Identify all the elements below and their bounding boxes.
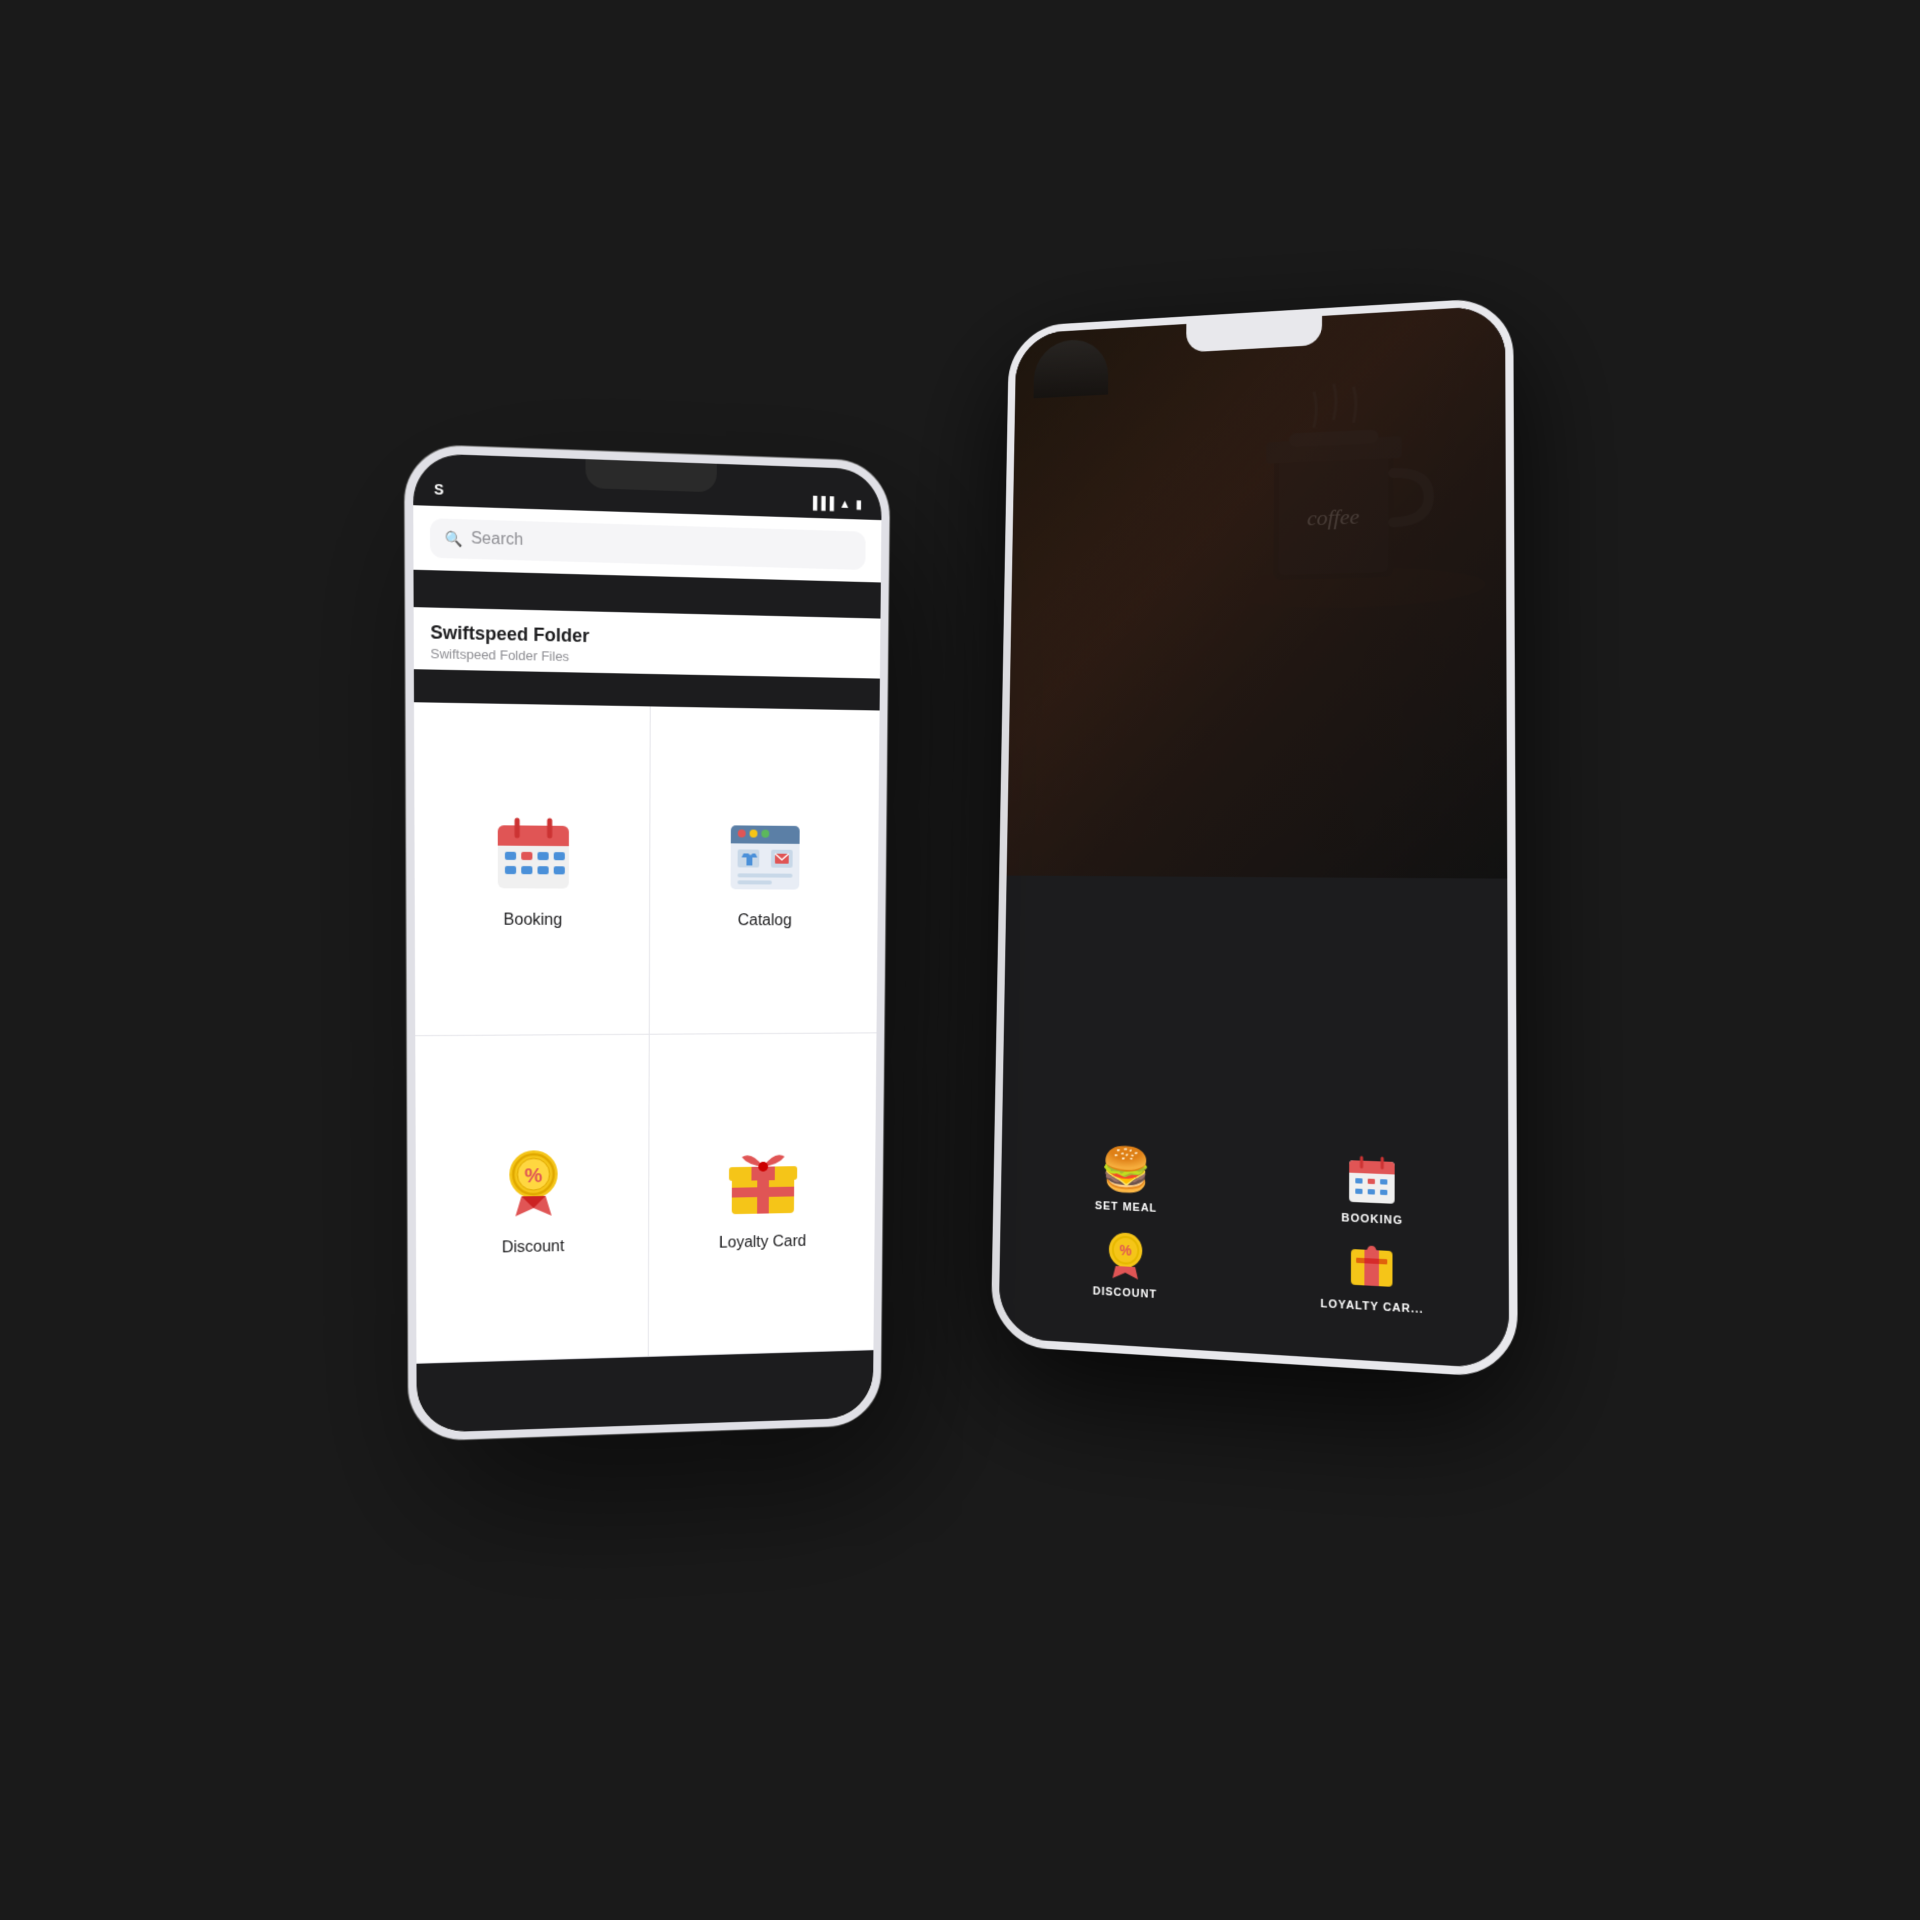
back-cell-loyalty[interactable]: LOYALTY CAR... — [1254, 1236, 1493, 1320]
svg-text:%: % — [524, 1165, 542, 1187]
loyalty-label: Loyalty Card — [719, 1233, 806, 1252]
back-cell-booking[interactable]: BOOKING — [1255, 1150, 1493, 1231]
front-screen: S ▐▐▐ ▲ ▮ 🔍 Search Swiftspeed Folder Swi… — [413, 453, 882, 1433]
booking-back-label: BOOKING — [1341, 1212, 1403, 1227]
loyalty-back-label: LOYALTY CAR... — [1320, 1298, 1423, 1316]
status-icons: ▐▐▐ ▲ ▮ — [809, 496, 862, 512]
setmeal-icon: 🍔 — [1101, 1144, 1153, 1196]
setmeal-label: SET MEAL — [1095, 1200, 1157, 1215]
svg-text:%: % — [1119, 1242, 1131, 1258]
phone-back: coffee 🍔 SET MEAL — [991, 297, 1518, 1379]
app-cell-booking[interactable]: Booking — [414, 702, 651, 1036]
scene: coffee 🍔 SET MEAL — [410, 260, 1510, 1660]
search-placeholder: Search — [471, 530, 523, 550]
back-screen: coffee 🍔 SET MEAL — [998, 305, 1509, 1369]
search-bar[interactable]: 🔍 Search — [430, 518, 866, 570]
loyalty-icon-back — [1346, 1240, 1398, 1295]
catalog-label: Catalog — [738, 912, 792, 930]
loyalty-icon-container — [719, 1136, 807, 1225]
catalog-icon-container — [721, 812, 810, 902]
discount-label: Discount — [502, 1238, 565, 1257]
back-cell-discount[interactable]: % DISCOUNT — [1014, 1224, 1240, 1305]
discount-icon: % — [493, 1144, 574, 1225]
signal-icon: ▐▐▐ — [809, 496, 834, 511]
app-grid: Booking — [414, 702, 880, 1364]
app-cell-loyalty[interactable]: Loyalty Card — [649, 1033, 877, 1357]
booking-icon-back — [1346, 1154, 1398, 1208]
back-icon-grid: 🍔 SET MEAL — [1014, 1141, 1493, 1320]
search-icon: 🔍 — [445, 530, 463, 548]
wifi-icon: ▲ — [839, 497, 851, 512]
app-cell-catalog[interactable]: Catalog — [650, 706, 880, 1034]
discount-icon-back: % — [1100, 1229, 1150, 1283]
discount-back-label: DISCOUNT — [1093, 1285, 1157, 1301]
back-cell-setmeal[interactable]: 🍔 SET MEAL — [1015, 1141, 1240, 1220]
loyalty-icon — [724, 1141, 802, 1221]
back-app-section: 🍔 SET MEAL — [999, 1126, 1509, 1337]
discount-icon-container: % — [488, 1139, 579, 1230]
booking-icon-container — [487, 810, 579, 902]
bottom-bar — [416, 1350, 873, 1433]
coffee-background: coffee — [1007, 305, 1508, 878]
app-cell-discount[interactable]: % Discount — [415, 1035, 649, 1364]
battery-icon: ▮ — [856, 497, 863, 511]
folder-header: Swiftspeed Folder Swiftspeed Folder File… — [414, 607, 881, 678]
catalog-icon — [726, 817, 805, 897]
front-notch — [585, 459, 716, 492]
booking-label: Booking — [504, 912, 563, 930]
booking-icon — [492, 815, 573, 897]
phone-front: S ▐▐▐ ▲ ▮ 🔍 Search Swiftspeed Folder Swi… — [405, 444, 890, 1441]
status-time: S — [434, 481, 444, 498]
